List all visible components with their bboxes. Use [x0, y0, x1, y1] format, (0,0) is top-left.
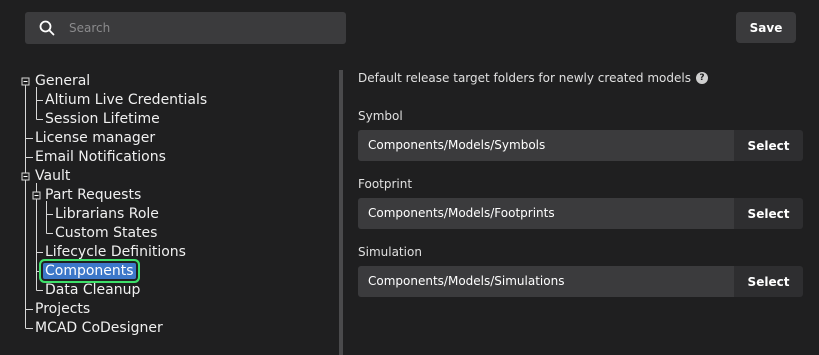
- help-icon[interactable]: ?: [695, 72, 708, 84]
- settings-tree: General Altium Live Credentials Session …: [0, 0, 340, 355]
- footprint-path-value[interactable]: Components/Models/Footprints: [358, 198, 734, 229]
- symbol-path-value[interactable]: Components/Models/Symbols: [358, 130, 734, 161]
- tree-item-email-notifications[interactable]: Email Notifications: [35, 148, 166, 167]
- footprint-field: Components/Models/Footprints Select: [358, 198, 803, 229]
- tree-item-lifecycle-definitions[interactable]: Lifecycle Definitions: [45, 243, 186, 262]
- tree-item-data-cleanup[interactable]: Data Cleanup: [45, 281, 140, 300]
- symbol-field: Components/Models/Symbols Select: [358, 130, 803, 161]
- simulation-path-value[interactable]: Components/Models/Simulations: [358, 266, 734, 297]
- tree-item-general[interactable]: General: [35, 72, 90, 91]
- tree-item-part-requests[interactable]: Part Requests: [45, 186, 141, 205]
- tree-item-librarians-role[interactable]: Librarians Role: [55, 205, 159, 224]
- simulation-label: Simulation: [358, 245, 422, 259]
- save-button[interactable]: Save: [736, 12, 796, 43]
- panel-splitter[interactable]: [339, 70, 343, 355]
- tree-item-custom-states[interactable]: Custom States: [55, 224, 157, 243]
- tree-item-mcad-codesigner[interactable]: MCAD CoDesigner: [35, 319, 163, 338]
- tree-item-vault[interactable]: Vault: [35, 167, 70, 186]
- tree-item-altium-live-credentials[interactable]: Altium Live Credentials: [45, 91, 207, 110]
- tree-item-projects[interactable]: Projects: [35, 300, 90, 319]
- tree-item-components[interactable]: Components: [43, 262, 136, 281]
- tree-item-session-lifetime[interactable]: Session Lifetime: [45, 110, 160, 129]
- symbol-label: Symbol: [358, 109, 403, 123]
- simulation-select-button[interactable]: Select: [734, 266, 803, 297]
- footprint-select-button[interactable]: Select: [734, 198, 803, 229]
- simulation-field: Components/Models/Simulations Select: [358, 266, 803, 297]
- tree-item-license-manager[interactable]: License manager: [35, 129, 155, 148]
- panel-description: Default release target folders for newly…: [358, 71, 708, 85]
- symbol-select-button[interactable]: Select: [734, 130, 803, 161]
- footprint-label: Footprint: [358, 177, 413, 191]
